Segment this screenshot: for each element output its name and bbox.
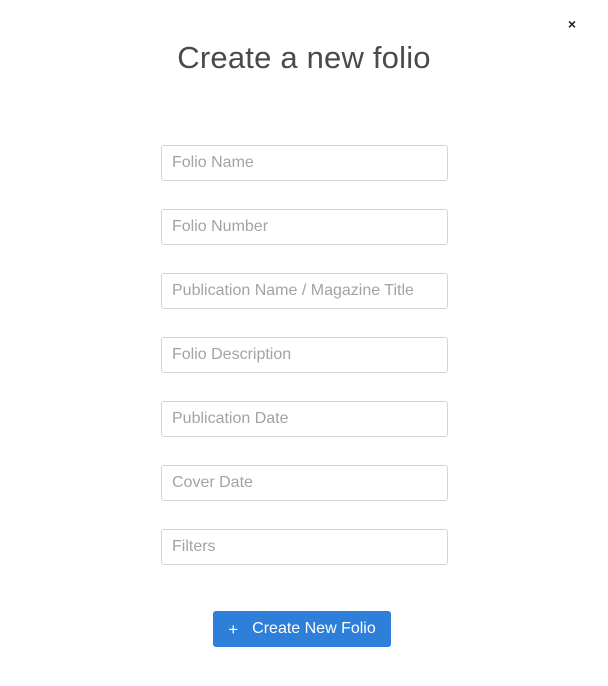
create-new-folio-button[interactable]: + Create New Folio [213, 611, 391, 647]
cover-date-field[interactable] [161, 465, 448, 501]
create-new-folio-label: Create New Folio [252, 620, 376, 637]
filters-field[interactable] [161, 529, 448, 565]
close-icon[interactable]: × [564, 16, 580, 32]
dialog-title: Create a new folio [177, 40, 431, 75]
publication-date-field[interactable] [161, 401, 448, 437]
plus-icon: + [228, 619, 239, 639]
folio-name-field[interactable] [161, 145, 448, 181]
publication-name-field[interactable] [161, 273, 448, 309]
create-folio-dialog: × Create a new folio + Create New Folio [0, 0, 608, 686]
create-folio-form [161, 145, 448, 593]
folio-description-field[interactable] [161, 337, 448, 373]
folio-number-field[interactable] [161, 209, 448, 245]
